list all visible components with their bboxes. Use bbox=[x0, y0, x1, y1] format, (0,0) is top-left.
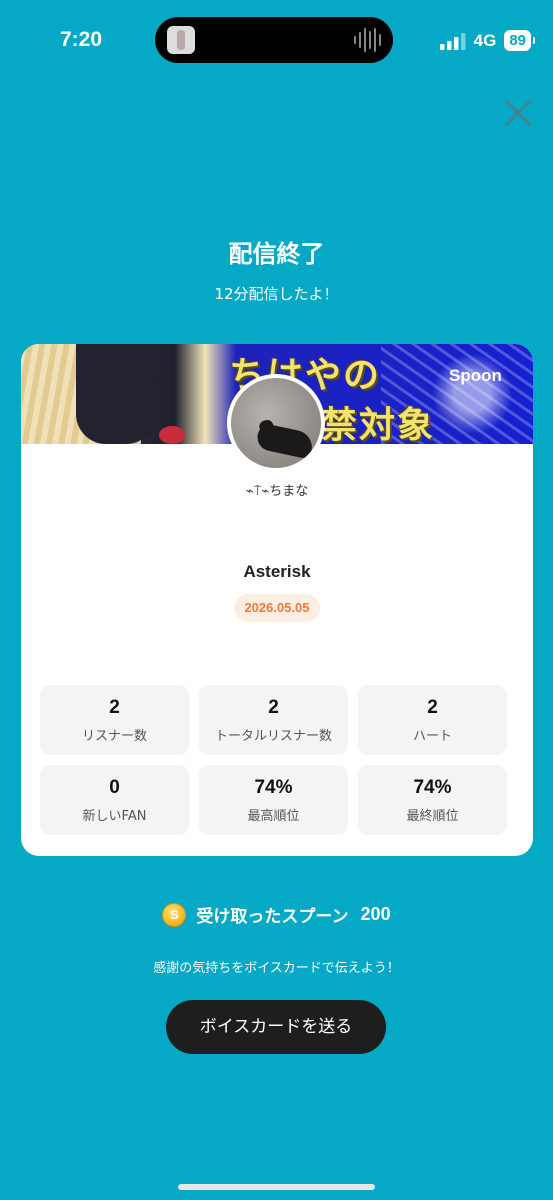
spoon-coin-icon: S bbox=[162, 902, 187, 927]
stat-highest-rank: 74% 最高順位 bbox=[199, 765, 348, 835]
battery-icon: 89 bbox=[504, 30, 535, 51]
spoon-logo: Spoon bbox=[449, 366, 502, 385]
stat-final-rank: 74% 最終順位 bbox=[358, 765, 507, 835]
stat-label: 新しいFAN bbox=[82, 809, 147, 824]
stat-value: 2 bbox=[268, 697, 279, 718]
signal-strength-icon bbox=[439, 32, 466, 50]
stat-listeners: 2 リスナー数 bbox=[40, 685, 189, 755]
stat-value: 0 bbox=[109, 777, 120, 798]
stat-hearts: 2 ハート bbox=[358, 685, 507, 755]
date-badge: 2026.05.05 bbox=[234, 594, 320, 622]
spoons-count: 200 bbox=[360, 904, 391, 924]
stat-label: 最終順位 bbox=[406, 809, 459, 824]
avatar bbox=[227, 374, 325, 472]
thanks-message: 感謝の気持ちをボイスカードで伝えよう！ bbox=[153, 961, 400, 976]
stat-total-listeners: 2 トータルリスナー数 bbox=[199, 685, 348, 755]
stat-value: 2 bbox=[109, 697, 120, 718]
home-indicator[interactable] bbox=[178, 1184, 375, 1190]
broadcast-summary-card: ちはやの 禁対象 Spoon ⌁⍑⌁ちまな Asterisk 2026.05.0… bbox=[21, 344, 533, 856]
stat-value: 74% bbox=[254, 777, 293, 798]
stat-new-fans: 0 新しいFAN bbox=[40, 765, 189, 835]
status-indicators: 4G 89 bbox=[439, 30, 535, 51]
stat-value: 74% bbox=[413, 777, 452, 798]
dj-name: ⌁⍑⌁ちまな bbox=[245, 484, 309, 499]
dynamic-island[interactable] bbox=[155, 17, 393, 63]
close-icon[interactable] bbox=[502, 97, 534, 129]
broadcast-title: Asterisk bbox=[243, 562, 311, 581]
stat-label: トータルリスナー数 bbox=[214, 729, 332, 744]
stat-label: ハート bbox=[412, 729, 452, 744]
page-title: 配信終了 bbox=[228, 240, 325, 268]
stat-label: 最高順位 bbox=[247, 809, 300, 824]
stats-grid: 2 リスナー数 2 トータルリスナー数 2 ハート 0 新しいFAN 74% 最… bbox=[40, 685, 509, 835]
spoons-label: 受け取ったスプーン bbox=[196, 907, 349, 927]
send-voice-card-button[interactable]: ボイスカードを送る bbox=[166, 1000, 386, 1054]
stat-value: 2 bbox=[427, 697, 438, 718]
stat-label: リスナー数 bbox=[81, 729, 147, 744]
banner-text-line2: 禁対象 bbox=[321, 405, 436, 444]
spoons-received: S 受け取ったスプーン 200 bbox=[0, 902, 553, 927]
status-time: 7:20 bbox=[60, 28, 103, 51]
audio-waveform-icon bbox=[354, 28, 381, 52]
broadcast-duration: 12分配信したよ！ bbox=[214, 285, 339, 303]
network-type: 4G bbox=[473, 30, 497, 50]
now-playing-thumbnail bbox=[167, 26, 195, 54]
